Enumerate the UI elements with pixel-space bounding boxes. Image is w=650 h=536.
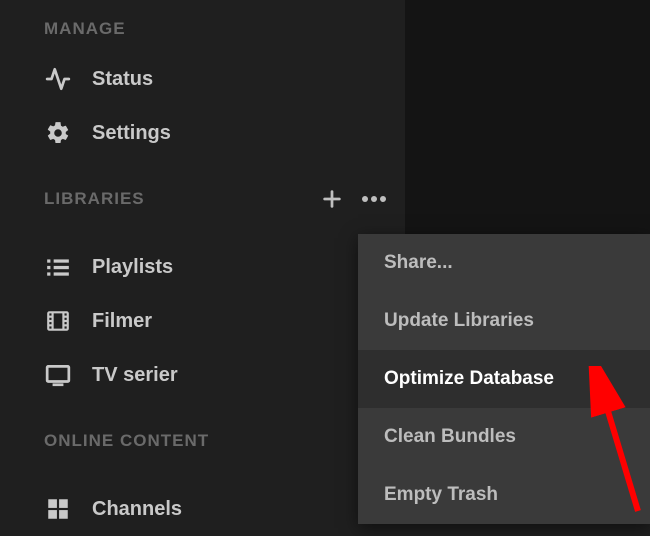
sidebar-item-channels[interactable]: Channels — [0, 482, 405, 536]
sidebar-item-playlists[interactable]: Playlists — [0, 240, 405, 294]
menu-item-empty-trash[interactable]: Empty Trash — [358, 466, 650, 524]
menu-label: Share... — [384, 252, 453, 274]
nav-label: Channels — [92, 498, 182, 521]
menu-label: Update Libraries — [384, 310, 534, 332]
list-icon — [44, 254, 72, 280]
nav-label: Settings — [92, 122, 171, 145]
menu-label: Clean Bundles — [384, 426, 516, 448]
sidebar: MANAGE Status Settings LIBRARIES Playlis… — [0, 0, 405, 521]
grid-icon — [44, 496, 72, 522]
section-libraries: LIBRARIES — [0, 190, 405, 222]
activity-icon — [44, 66, 72, 92]
nav-label: Status — [92, 68, 153, 91]
tv-icon — [44, 362, 72, 388]
menu-item-share[interactable]: Share... — [358, 234, 650, 292]
menu-label: Optimize Database — [384, 368, 554, 390]
sidebar-item-settings[interactable]: Settings — [0, 106, 405, 160]
menu-item-update-libraries[interactable]: Update Libraries — [358, 292, 650, 350]
section-online: ONLINE CONTENT — [0, 432, 405, 464]
context-menu: Share... Update Libraries Optimize Datab… — [358, 234, 650, 524]
gear-icon — [44, 120, 72, 146]
section-label: ONLINE CONTENT — [44, 431, 209, 451]
menu-item-optimize-database[interactable]: Optimize Database — [358, 350, 650, 408]
sidebar-item-tvserier[interactable]: TV serier — [0, 348, 405, 402]
sidebar-item-filmer[interactable]: Filmer — [0, 294, 405, 348]
nav-label: Playlists — [92, 256, 173, 279]
nav-label: Filmer — [92, 310, 152, 333]
section-label: MANAGE — [44, 19, 126, 39]
nav-label: TV serier — [92, 364, 178, 387]
plus-icon[interactable] — [321, 188, 343, 210]
menu-item-clean-bundles[interactable]: Clean Bundles — [358, 408, 650, 466]
more-icon[interactable] — [361, 195, 387, 203]
section-label: LIBRARIES — [44, 189, 145, 209]
sidebar-item-status[interactable]: Status — [0, 52, 405, 106]
film-icon — [44, 308, 72, 334]
menu-label: Empty Trash — [384, 484, 498, 506]
section-manage: MANAGE — [0, 20, 405, 52]
